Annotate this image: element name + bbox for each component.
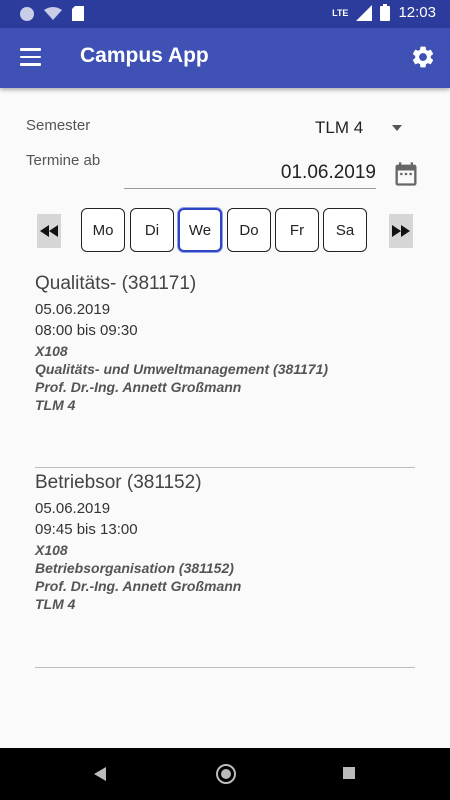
event-lecturer: Prof. Dr.-Ing. Annett Großmann [35,379,242,395]
home-icon[interactable] [216,764,236,784]
event-course: Betriebsorganisation (381152) [35,560,234,576]
day-button-di[interactable]: Di [130,208,174,252]
recent-apps-icon[interactable] [343,767,355,779]
event-group: TLM 4 [35,397,76,413]
rewind-icon [40,225,58,237]
event-group: TLM 4 [35,596,76,612]
app-title: Campus App [80,44,209,67]
sd-card-icon [72,6,84,21]
signal-icon [356,4,373,21]
status-bar: LTE 12:03 [0,0,450,28]
fast-forward-icon [392,225,410,237]
divider [35,667,415,668]
previous-week-button[interactable] [37,214,61,248]
back-icon[interactable] [94,767,106,781]
day-button-do[interactable]: Do [227,208,271,252]
event-time: 09:45 bis 13:00 [35,521,138,538]
sync-icon [20,6,34,21]
event-course: Qualitäts- und Umweltmanagement (381171) [35,361,329,377]
event-card[interactable]: Qualitäts- (381171) 05.06.2019 08:00 bis… [35,273,415,415]
dropdown-arrow-icon[interactable] [392,125,402,131]
menu-icon[interactable] [20,48,41,66]
event-title: Betriebsor (381152) [35,472,202,493]
network-type: LTE [332,7,349,18]
battery-icon [380,4,391,21]
event-lecturer: Prof. Dr.-Ing. Annett Großmann [35,578,242,594]
event-room: X108 [35,542,68,558]
day-button-we[interactable]: We [178,208,222,252]
event-time: 08:00 bis 09:30 [35,322,138,339]
day-button-mo[interactable]: Mo [81,208,125,252]
day-button-fr[interactable]: Fr [275,208,319,252]
next-week-button[interactable] [389,214,413,248]
event-room: X108 [35,343,68,359]
event-date: 05.06.2019 [35,500,111,517]
app-bar: Campus App [0,28,450,88]
settings-gear-icon[interactable] [410,44,436,70]
clock: 12:03 [398,4,436,21]
event-title: Qualitäts- (381171) [35,273,197,294]
date-input[interactable]: 01.06.2019 [124,158,376,189]
event-card[interactable]: Betriebsor (381152) 05.06.2019 09:45 bis… [35,472,415,614]
semester-label: Semester [26,117,91,134]
system-navigation-bar [0,748,450,800]
divider [35,467,415,468]
day-button-sa[interactable]: Sa [323,208,367,252]
wifi-icon [44,6,62,20]
calendar-icon[interactable] [392,160,420,188]
event-date: 05.06.2019 [35,301,111,318]
semester-select[interactable]: TLM 4 [315,118,363,138]
date-label: Termine ab [26,152,101,169]
